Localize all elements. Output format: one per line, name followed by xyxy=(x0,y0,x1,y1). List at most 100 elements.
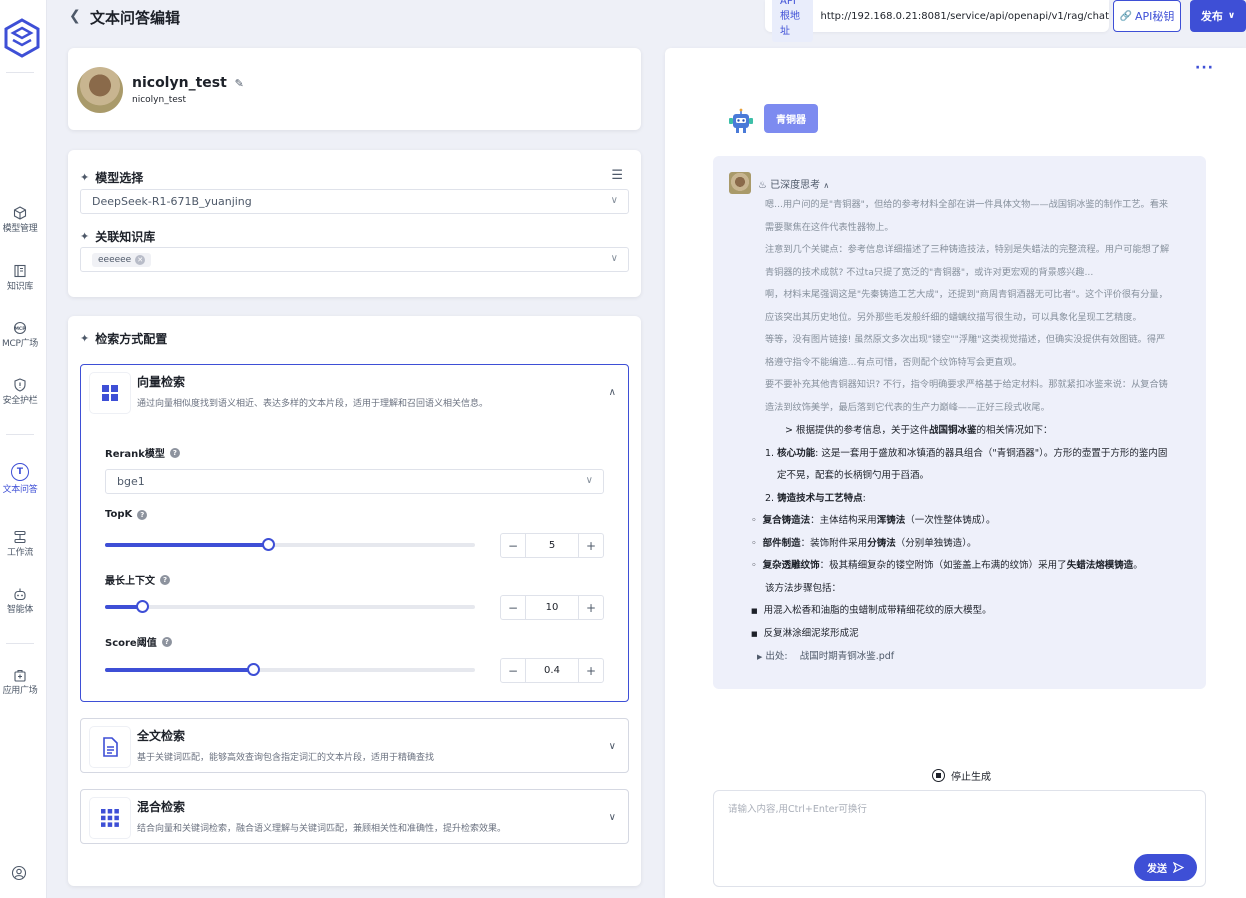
sidebar-item-mcp-square[interactable]: MCP MCP广场 xyxy=(0,321,40,349)
answer-text: （一次性整体铸成）。 xyxy=(905,515,996,526)
model-select-title: 模型选择 xyxy=(95,171,144,185)
settings-sliders-icon[interactable]: ☰ xyxy=(611,168,623,183)
minus-icon[interactable]: − xyxy=(501,601,525,615)
help-icon[interactable]: ? xyxy=(160,574,170,585)
plus-icon[interactable]: + xyxy=(579,664,603,678)
chevron-down-icon: ∨ xyxy=(585,475,593,486)
source-file[interactable]: 战国时期青铜冰鉴.pdf xyxy=(800,651,894,662)
help-icon[interactable]: ? xyxy=(169,447,180,458)
sidebar-item-security-guardrail[interactable]: 安全护栏 xyxy=(0,378,40,406)
user-account-icon[interactable] xyxy=(11,865,27,881)
score-threshold-value[interactable]: 0.4 xyxy=(525,659,579,682)
minus-icon[interactable]: − xyxy=(501,664,525,678)
list-item: ■ 反复淋涂细泥浆形成泥 xyxy=(751,623,1195,646)
thinking-line: 需要聚焦在这件代表性器物上。 xyxy=(765,221,894,233)
retrieval-title: 检索方式配置 xyxy=(95,332,168,346)
answer-text: 的相关情况如下： xyxy=(976,425,1053,436)
vector-retrieval-panel[interactable]: 向量检索 通过向量相似度找到语义相近、表达多样的文本片段，适用于理解和召回语义相… xyxy=(80,364,629,702)
score-threshold-stepper[interactable]: − 0.4 + xyxy=(500,658,604,683)
rerank-label: Rerank模型 ? xyxy=(105,445,180,460)
plus-icon[interactable]: + xyxy=(579,539,603,553)
answer-text: ：装饰附件采用 xyxy=(800,537,868,549)
sidebar-item-label: 安全护栏 xyxy=(2,396,38,406)
thinking-line: 造法到纹饰美学，最后落到它代表的生产力巅峰——正好三段式收尾。 xyxy=(765,401,1050,413)
source-reference[interactable]: ▶ 出处: 战国时期青铜冰鉴.pdf xyxy=(757,648,894,662)
answer-text: : 这是一套用于盛放和冰镇酒的器具组合（"青铜酒器"）。方形的壶置于方形的鉴内固 xyxy=(815,447,1168,459)
bullet-circle-icon: ◦ xyxy=(751,515,757,526)
sidebar-item-text-qa[interactable]: T 文本问答 xyxy=(0,463,40,495)
chat-input[interactable] xyxy=(728,801,1188,841)
sidebar-item-model-management[interactable]: 模型管理 xyxy=(0,206,40,234)
chevron-down-icon[interactable]: ∨ xyxy=(609,741,616,752)
slider-handle[interactable] xyxy=(136,600,149,613)
minus-icon[interactable]: − xyxy=(501,539,525,553)
help-icon[interactable]: ? xyxy=(137,509,148,520)
sidebar-item-label: 模型管理 xyxy=(2,224,38,234)
sidebar-item-agent[interactable]: 智能体 xyxy=(0,587,40,615)
fulltext-retrieval-panel[interactable]: 全文检索 基于关键词匹配，能够高效查询包含指定词汇的文本片段，适用于精确查找 ∨ xyxy=(80,718,629,773)
sidebar-item-workflow[interactable]: 工作流 xyxy=(0,530,40,558)
sidebar-item-app-square[interactable]: 应用广场 xyxy=(0,668,40,696)
sparkle-icon: ✦ xyxy=(80,171,90,184)
help-icon[interactable]: ? xyxy=(161,636,172,647)
sidebar-item-knowledge-base[interactable]: 知识库 xyxy=(0,264,40,292)
stop-icon xyxy=(932,769,945,782)
max-context-slider[interactable] xyxy=(105,600,475,613)
max-context-label-text: 最长上下文 xyxy=(105,576,155,587)
model-select-heading: ✦ 模型选择 xyxy=(80,169,143,186)
more-dots-icon[interactable]: ··· xyxy=(1195,60,1214,76)
max-context-label: 最长上下文 ? xyxy=(105,572,170,587)
slider-handle[interactable] xyxy=(247,663,260,676)
publish-button[interactable]: 发布 ∨ xyxy=(1190,0,1246,32)
app-name: nicolyn_test ✎ xyxy=(132,75,244,91)
chevron-up-icon[interactable]: ∧ xyxy=(609,387,616,398)
stop-generation-button[interactable]: 停止生成 xyxy=(932,768,991,783)
vector-retrieval-desc: 通过向量相似度找到语义相近、表达多样的文本片段，适用于理解和召回语义相关信息。 xyxy=(137,399,489,409)
knowledge-base-select[interactable]: eeeeee ✕ ∨ xyxy=(80,247,629,272)
answer-bold: 核心功能 xyxy=(777,447,816,459)
send-button[interactable]: 发送 xyxy=(1134,854,1197,881)
answer-text: ：极其精细复杂的镂空附饰（如鉴盖上布满的纹饰）采用了 xyxy=(819,560,1067,571)
chevron-left-icon[interactable]: ❮ xyxy=(69,8,81,24)
chevron-down-icon[interactable]: ∨ xyxy=(609,812,616,823)
vector-retrieval-title: 向量检索 xyxy=(137,375,186,389)
hybrid-retrieval-panel[interactable]: 混合检索 结合向量和关键词检索，融合语义理解与关键词匹配，兼顾相关性和准确性，提… xyxy=(80,789,629,844)
sidebar-item-label: 智能体 xyxy=(6,605,34,615)
api-secret-label: API秘钥 xyxy=(1135,10,1175,23)
answer-text: > 根据提供的参考信息，关于这件 xyxy=(785,425,929,436)
grid-dots-icon xyxy=(90,798,130,838)
document-icon xyxy=(90,727,130,767)
sidebar-divider xyxy=(6,643,34,644)
app-logo[interactable] xyxy=(4,18,40,58)
api-url[interactable]: http://192.168.0.21:8081/service/api/ope… xyxy=(820,11,1109,22)
caret-right-icon: ▶ xyxy=(757,653,763,661)
max-context-value[interactable]: 10 xyxy=(525,596,579,619)
answer-text: : xyxy=(862,492,866,504)
max-context-stepper[interactable]: − 10 + xyxy=(500,595,604,620)
api-secret-button[interactable]: 🔗 API秘钥 xyxy=(1113,0,1181,32)
thinking-icon: ♨ xyxy=(758,180,767,191)
rerank-select-value: bge1 xyxy=(117,475,145,488)
topk-value[interactable]: 5 xyxy=(525,534,579,557)
score-threshold-slider[interactable] xyxy=(105,663,475,676)
topk-stepper[interactable]: − 5 + xyxy=(500,533,604,558)
edit-icon[interactable]: ✎ xyxy=(235,77,244,90)
topk-label-text: TopK xyxy=(105,509,133,520)
plus-icon[interactable]: + xyxy=(579,601,603,615)
deep-thinking-toggle[interactable]: ♨ 已深度思考 ∧ xyxy=(758,176,829,191)
knowledge-base-chip: eeeeee ✕ xyxy=(92,253,152,267)
list-item: 1. 核心功能: 这是一套用于盛放和冰镇酒的器具组合（"青铜酒器"）。方形的壶置… xyxy=(765,443,1195,466)
avatar xyxy=(729,172,751,194)
thinking-content: 嗯...用户问的是"青铜器"，但给的参考材料全部在讲一件具体文物——战国铜冰鉴的… xyxy=(765,194,1193,419)
answer-text: （分别单独铸造）。 xyxy=(895,537,977,549)
answer-bold: 战国铜冰鉴 xyxy=(928,425,977,436)
rerank-select[interactable]: bge1 ∨ xyxy=(105,469,604,494)
topk-slider[interactable] xyxy=(105,538,475,551)
close-icon[interactable]: ✕ xyxy=(135,255,146,265)
model-select[interactable]: DeepSeek-R1-671B_yuanjing ∨ xyxy=(80,189,629,214)
chevron-down-icon: ∨ xyxy=(610,195,618,206)
grid-icon xyxy=(90,373,130,413)
slider-handle[interactable] xyxy=(261,538,275,551)
app-name-text: nicolyn_test xyxy=(132,75,227,91)
bullet-square-icon: ■ xyxy=(751,607,758,615)
